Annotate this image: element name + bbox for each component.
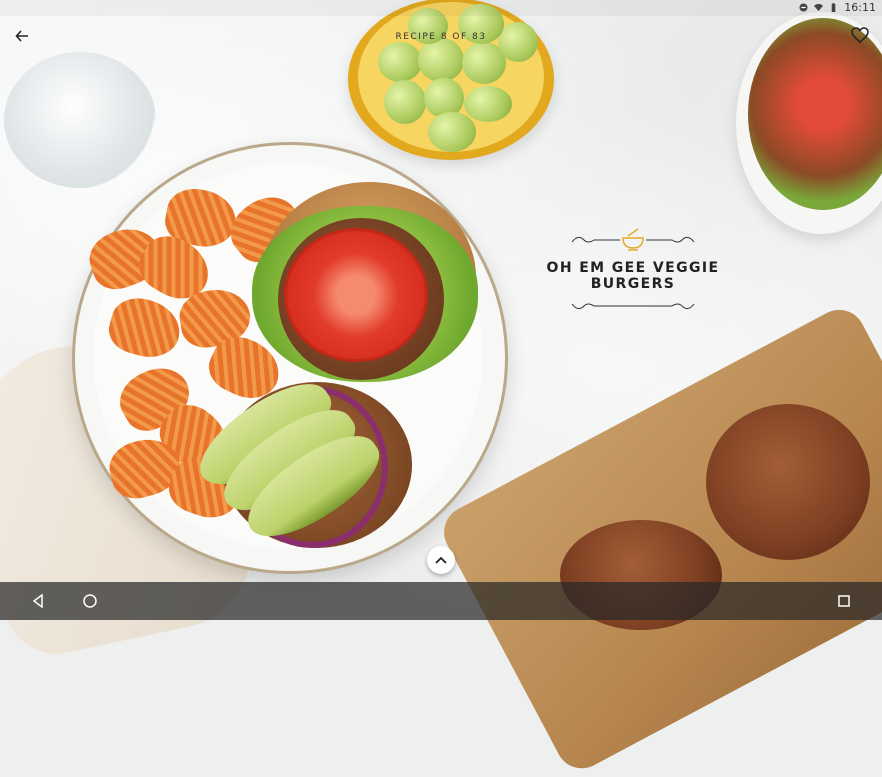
circle-home-icon: [83, 594, 97, 608]
status-bar: 16:11: [0, 0, 882, 16]
system-navigation-bar: [0, 582, 882, 620]
tomato-slice-image: [284, 228, 428, 362]
nav-recents-button[interactable]: [834, 591, 854, 611]
nav-back-button[interactable]: [28, 591, 48, 611]
recipe-counter: RECIPE 8 OF 83: [395, 32, 487, 42]
ornament-bottom: [571, 303, 695, 310]
expand-details-button[interactable]: [427, 546, 455, 574]
ornament-top: [571, 228, 695, 251]
battery-icon: [831, 3, 836, 12]
recipe-title: OH EM GEE VEGGIE BURGERS: [546, 260, 720, 292]
raw-patty-image: [706, 404, 870, 560]
chevron-up-icon: [435, 556, 447, 564]
dnd-icon: [799, 3, 808, 12]
recipe-title-block: OH EM GEE VEGGIE BURGERS: [538, 226, 728, 318]
nav-home-button[interactable]: [80, 591, 100, 611]
water-glass-image: [4, 52, 156, 188]
top-app-bar: RECIPE 8 OF 83: [0, 16, 882, 58]
favorite-button[interactable]: [848, 23, 872, 47]
heart-outline-icon: [851, 27, 869, 43]
mortar-bowl-icon: [622, 228, 644, 251]
status-time: 16:11: [844, 1, 876, 14]
square-recents-icon: [838, 595, 850, 607]
wifi-icon: [814, 3, 824, 12]
triangle-back-icon: [32, 594, 43, 608]
